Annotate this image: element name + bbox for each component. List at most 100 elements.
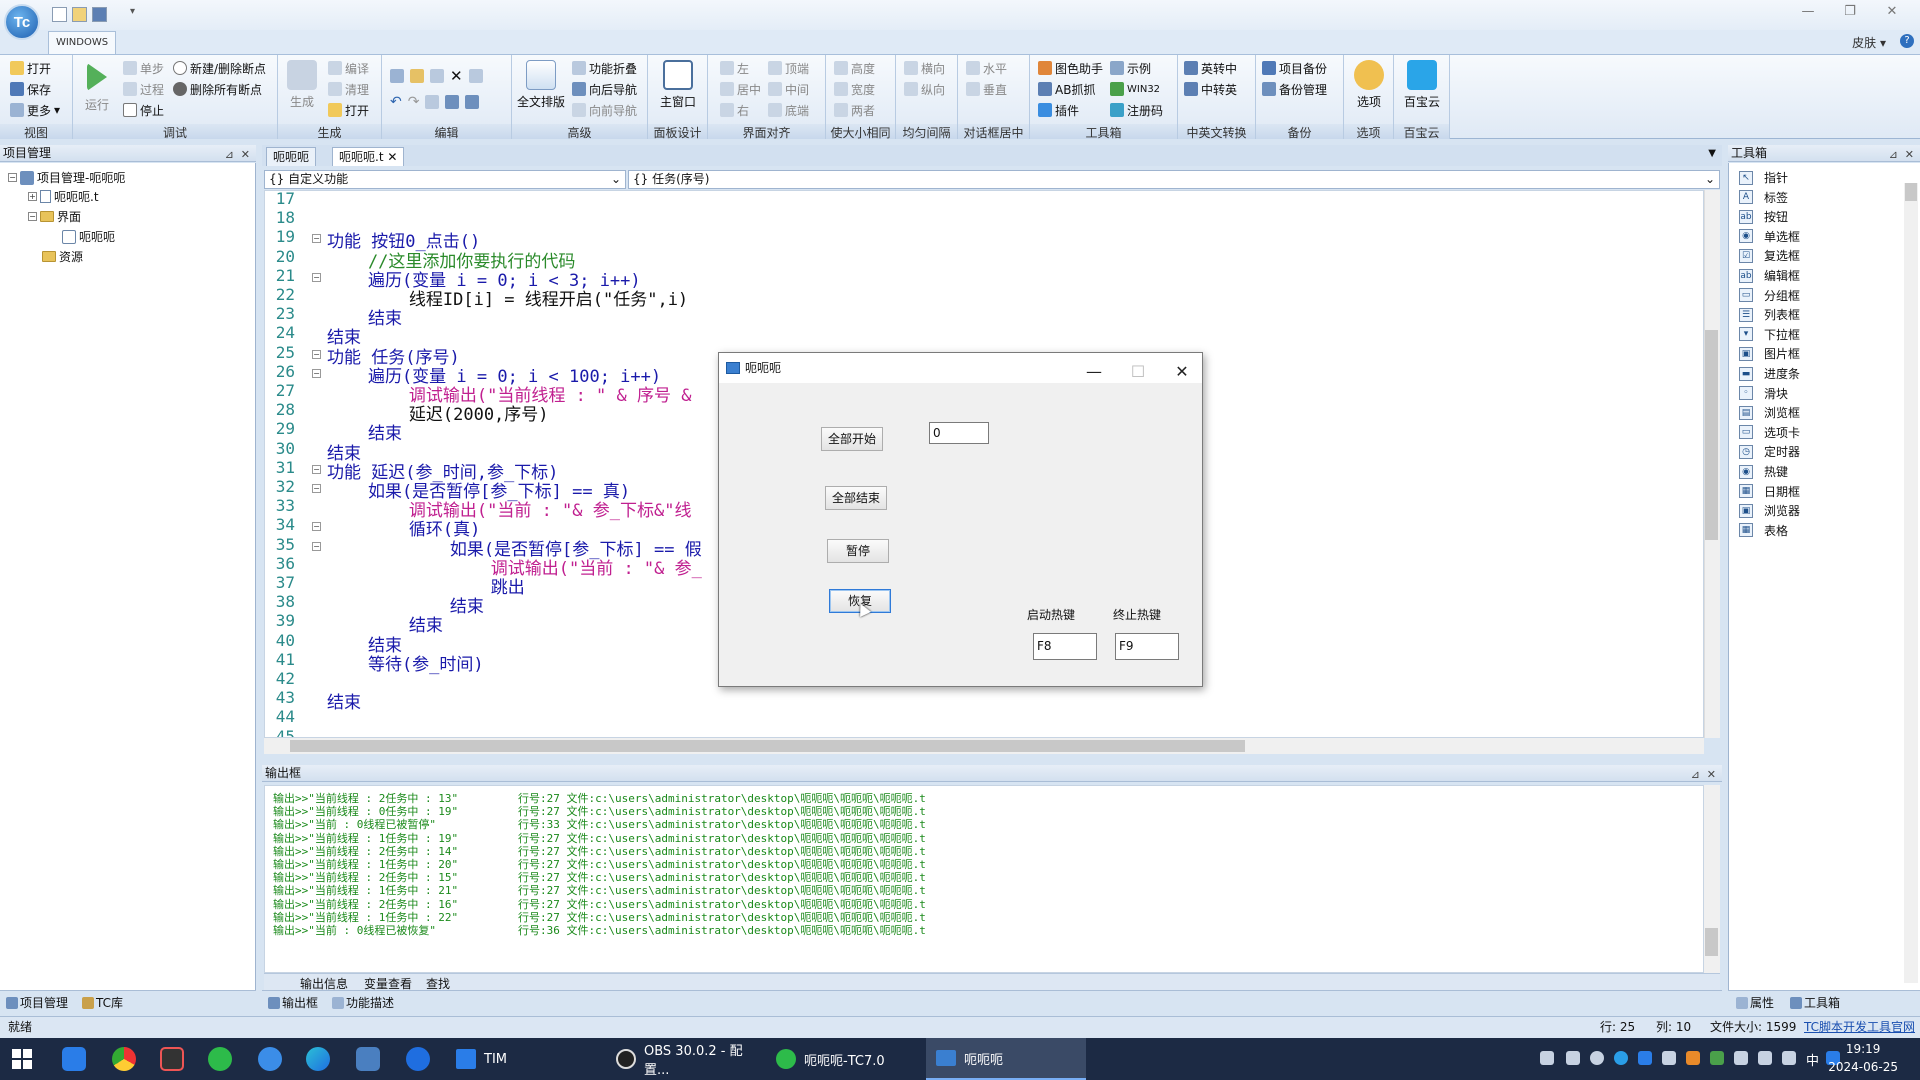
same-height-button[interactable]: 高度 xyxy=(834,59,875,77)
scope-dropdown[interactable]: {} 自定义功能 ⌄ xyxy=(264,170,626,189)
options-button[interactable]: 选项 xyxy=(1348,60,1390,110)
plugin-button[interactable]: 插件 xyxy=(1038,101,1079,119)
toolbox-item[interactable]: ◉ 单选框 xyxy=(1739,228,1800,245)
space-vertical-button[interactable]: 纵向 xyxy=(904,80,945,98)
restore-icon[interactable]: ❐ xyxy=(1836,4,1864,24)
register-code-button[interactable]: 注册码 xyxy=(1110,101,1163,119)
editor-hscroll-thumb[interactable] xyxy=(290,740,1245,752)
tray-icon[interactable] xyxy=(1614,1051,1628,1065)
fold-toggle-icon[interactable]: − xyxy=(312,484,321,493)
toolbox-item[interactable]: ▦ 日期框 xyxy=(1739,483,1800,500)
fold-toggle-icon[interactable]: − xyxy=(312,349,321,359)
toolbox-item[interactable]: ▦ 表格 xyxy=(1739,522,1788,539)
run-button[interactable]: 运行 xyxy=(79,60,115,113)
cloud-button[interactable]: 百宝云 xyxy=(1398,60,1446,110)
wechat-icon[interactable] xyxy=(208,1047,232,1071)
pinned-app-icon-4[interactable] xyxy=(356,1047,380,1071)
open-folder-icon[interactable] xyxy=(72,7,87,22)
align-bottom-button[interactable]: 底端 xyxy=(768,101,809,119)
quick-access-dropdown-icon[interactable]: ▾ xyxy=(130,6,135,17)
taskbar-app-obs[interactable]: OBS 30.0.2 - 配置... xyxy=(606,1038,766,1080)
pause-button[interactable]: 暂停 xyxy=(827,539,889,563)
toolbox-item[interactable]: ▣ 图片框 xyxy=(1739,345,1800,362)
tray-icon[interactable] xyxy=(1540,1051,1554,1065)
toolbox-item[interactable]: ▭ 分组框 xyxy=(1739,287,1800,304)
toolbox-item[interactable]: ▬ 进度条 xyxy=(1739,365,1800,382)
toolbox-item[interactable]: ◦ 滑块 xyxy=(1739,385,1788,402)
skin-menu[interactable]: 皮肤 ▾ xyxy=(1852,34,1886,51)
microphone-icon[interactable] xyxy=(1566,1051,1580,1065)
toolbox-item[interactable]: ▤ 浏览框 xyxy=(1739,404,1800,421)
dialog-minimize-icon[interactable]: — xyxy=(1080,357,1108,381)
start-hotkey-input[interactable]: F8 xyxy=(1033,633,1097,660)
center-horizontal-button[interactable]: 水平 xyxy=(966,59,1007,77)
pinned-app-icon-3[interactable] xyxy=(258,1047,282,1071)
pin-icon[interactable]: ⊿ xyxy=(1889,146,1898,163)
tray-icon[interactable] xyxy=(1590,1051,1604,1065)
tab-source[interactable]: 呃呃呃.t ✕ xyxy=(332,147,405,166)
tab-function-desc[interactable]: 功能描述 xyxy=(332,994,394,1011)
close-icon[interactable]: ✕ xyxy=(1878,4,1906,24)
cut-icon[interactable] xyxy=(390,69,404,83)
panel-close-icon[interactable]: ✕ xyxy=(1707,766,1716,783)
toolbox-item[interactable]: ab 编辑框 xyxy=(1739,267,1800,284)
start-icon[interactable] xyxy=(12,1049,32,1069)
toggle-breakpoint-button[interactable]: 新建/删除断点 xyxy=(173,59,266,77)
expand-icon[interactable]: + xyxy=(28,192,37,201)
align-top-button[interactable]: 顶端 xyxy=(768,59,809,77)
editor-scroll-thumb[interactable] xyxy=(1705,330,1718,540)
open-output-button[interactable]: 打开 xyxy=(328,101,369,119)
find-icon[interactable] xyxy=(425,95,440,109)
navigate-back-button[interactable]: 向后导航 xyxy=(572,80,637,98)
main-window-button[interactable]: 主窗口 xyxy=(654,60,702,110)
fold-toggle-icon[interactable]: − xyxy=(312,464,321,474)
align-middle-button[interactable]: 中间 xyxy=(768,80,809,98)
toolbox-item[interactable]: ↖ 指针 xyxy=(1739,169,1788,186)
space-horizontal-button[interactable]: 横向 xyxy=(904,59,945,77)
tab-toolbox[interactable]: 工具箱 xyxy=(1790,994,1840,1011)
build-button[interactable]: 生成 xyxy=(284,60,320,110)
stop-button[interactable]: 停止 xyxy=(123,101,164,119)
taskbar-app-dialog[interactable]: 呃呃呃 xyxy=(926,1038,1086,1080)
tree-item-ui-folder[interactable]: − 界面 xyxy=(28,208,81,225)
outdent-icon[interactable] xyxy=(465,95,480,109)
align-left-button[interactable]: 左 xyxy=(720,59,749,77)
tree-item-project[interactable]: − 项目管理-呃呃呃 xyxy=(8,169,125,186)
undo-icon[interactable]: ↶ xyxy=(390,94,402,110)
center-vertical-button[interactable]: 垂直 xyxy=(966,80,1007,98)
copy-icon[interactable] xyxy=(430,69,444,83)
project-backup-button[interactable]: 项目备份 xyxy=(1262,59,1327,77)
output-log[interactable]: 输出>>"当前线程 : 2任务中 : 13" 行号:27 文件:c:\users\… xyxy=(264,785,1704,973)
network-icon[interactable] xyxy=(1758,1051,1772,1065)
toolbox-item[interactable]: ▣ 浏览器 xyxy=(1739,502,1800,519)
toolbox-item[interactable]: ▭ 选项卡 xyxy=(1739,424,1800,441)
examples-button[interactable]: 示例 xyxy=(1110,59,1151,77)
tray-icon[interactable] xyxy=(1686,1051,1700,1065)
output-scroll-thumb[interactable] xyxy=(1705,928,1718,956)
panel-close-icon[interactable]: ✕ xyxy=(1905,146,1914,163)
toolbox-item[interactable]: A 标签 xyxy=(1739,189,1788,206)
delete-all-breakpoints-button[interactable]: 删除所有断点 xyxy=(173,80,262,98)
tab-properties[interactable]: 属性 xyxy=(1736,994,1774,1011)
toolbox-item[interactable]: ▾ 下拉框 xyxy=(1739,326,1800,343)
save-icon[interactable] xyxy=(92,7,107,22)
fold-toggle-icon[interactable]: − xyxy=(312,522,321,532)
fold-toggle-icon[interactable]: − xyxy=(312,234,321,244)
tree-item-source-file[interactable]: + 呃呃呃.t xyxy=(28,188,99,205)
indent-icon[interactable] xyxy=(445,95,460,109)
taskbar-app-tim[interactable]: TIM xyxy=(446,1038,606,1080)
win32-button[interactable]: WIN32 xyxy=(1110,80,1160,98)
start-all-button[interactable]: 全部开始 xyxy=(821,427,883,451)
fold-toggle-icon[interactable]: − xyxy=(312,541,321,551)
ime-indicator[interactable]: 中 xyxy=(1806,1050,1819,1069)
format-all-button[interactable]: 全文排版 xyxy=(516,60,566,110)
pinned-app-icon[interactable] xyxy=(62,1047,86,1071)
toolbox-item[interactable]: ☑ 复选框 xyxy=(1739,247,1800,264)
new-file-icon[interactable] xyxy=(52,7,67,22)
dialog-title-bar[interactable]: 呃呃呃 — ☐ ✕ xyxy=(719,353,1202,383)
function-dropdown[interactable]: {} 任务(序号) ⌄ xyxy=(628,170,1720,189)
ab-grab-button[interactable]: AB抓抓 xyxy=(1038,80,1095,98)
tray-icon[interactable] xyxy=(1734,1051,1748,1065)
same-both-button[interactable]: 两者 xyxy=(834,101,875,119)
tray-icon[interactable] xyxy=(1710,1051,1724,1065)
